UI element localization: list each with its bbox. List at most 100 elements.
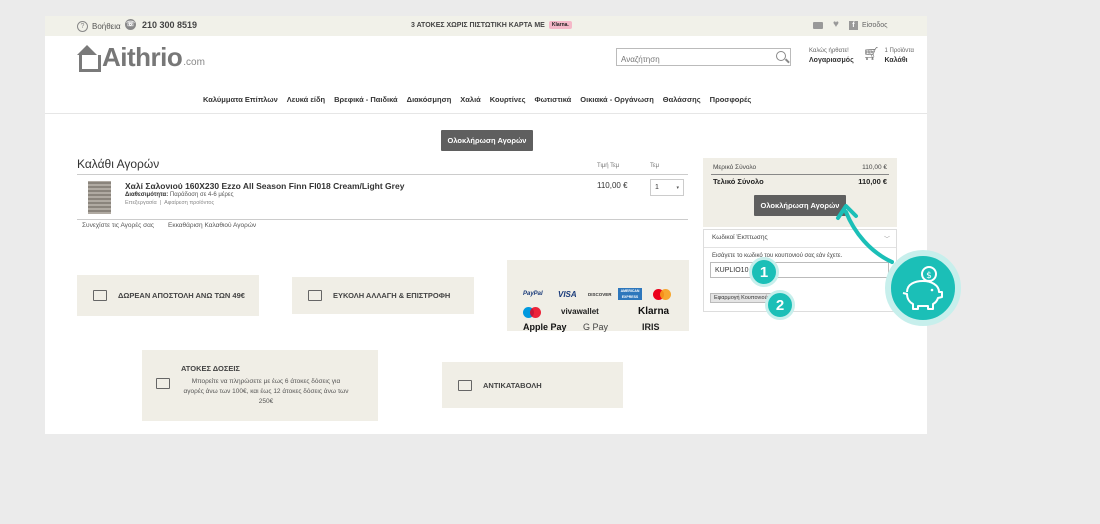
logo-text: Aithrio xyxy=(102,42,183,72)
header-divider xyxy=(45,113,927,114)
discover-logo: DISCOVER xyxy=(588,292,612,297)
account-link[interactable]: Καλώς ήρθατε! Λογαριασμός xyxy=(809,47,854,65)
quantity-value: 1 xyxy=(655,184,659,191)
coupon-header[interactable]: Κωδικοί Έκπτωσης xyxy=(712,234,768,241)
product-thumbnail[interactable] xyxy=(88,181,111,214)
maestro-logo xyxy=(523,307,541,318)
nav-item[interactable]: Βρεφικά - Παιδικά xyxy=(334,95,398,104)
continue-shopping-link[interactable]: Συνεχίστε τις Αγορές σας xyxy=(82,222,154,229)
nav-item[interactable]: Θαλάσσης xyxy=(663,95,701,104)
action-separator: | xyxy=(159,200,162,206)
product-availability: Διαθεσιμότητα: Παράδοση σε 4-6 μέρες xyxy=(125,192,233,198)
coupon-hint: Εισάγετε το κωδικό του κουπονιού σας εάν… xyxy=(712,253,843,259)
logo-suffix: .com xyxy=(183,57,205,68)
subtotal-label: Μερικό Σύνολο xyxy=(713,164,757,171)
easy-returns-box: ΕΥΚΟΛΗ ΑΛΛΑΓΗ & ΕΠΙΣΤΡΟΦΗ xyxy=(292,277,474,314)
svg-text:$: $ xyxy=(926,271,932,281)
payment-methods: PayPal VISA DISCOVER AMERICAN EXPRESS vi… xyxy=(507,260,689,332)
nav-item[interactable]: Διακόσμηση xyxy=(407,95,452,104)
installments-description: Μπορείτε να πληρώσετε με έως 6 άτοκες δό… xyxy=(183,378,349,405)
availability-value: Παράδοση σε 4-6 μέρες xyxy=(169,192,234,198)
facebook-icon: f xyxy=(848,20,858,30)
nav-item[interactable]: Λευκά είδη xyxy=(287,95,325,104)
subtotal-value: 110,00 € xyxy=(862,164,887,171)
nav-item[interactable]: Οικιακά - Οργάνωση xyxy=(580,95,653,104)
search-input[interactable] xyxy=(617,51,767,68)
checkout-button-top[interactable]: Ολοκλήρωση Αγορών xyxy=(441,130,533,151)
apply-coupon-button[interactable]: Εφαρμογή Κουπονιού xyxy=(710,293,772,303)
nav-item[interactable]: Κουρτίνες xyxy=(490,95,526,104)
iris-logo: IRIS xyxy=(642,322,660,332)
klarna-badge: Klarna. xyxy=(548,21,572,29)
cart-divider-bottom xyxy=(77,219,688,220)
apple-pay-logo: Apple Pay xyxy=(523,322,567,332)
klarna-logo: Klarna xyxy=(638,306,670,317)
total-row: Τελικό Σύνολο 110,00 € xyxy=(713,177,887,186)
free-shipping-box: ΔΩΡΕΑΝ ΑΠΟΣΤΟΛΗ ΑΝΩ ΤΩΝ 49€ xyxy=(77,275,259,316)
cash-on-delivery-box: ΑΝΤΙΚΑΤΑΒΟΛΗ xyxy=(442,362,623,408)
login-label: Είσοδος xyxy=(861,21,888,29)
cart-divider-top xyxy=(77,174,688,175)
remove-item-link[interactable]: Αφαίρεση προϊόντος xyxy=(164,200,214,206)
installments-box: ΑΤΟΚΕΣ ΔΟΣΕΙΣ Μπορείτε να πληρώσετε με έ… xyxy=(142,350,378,421)
phone-link[interactable]: ☏ 210 300 8519 xyxy=(125,19,197,30)
main-navigation: Καλύμματα Επίπλων Λευκά είδη Βρεφικά - Παι… xyxy=(203,95,751,104)
summary-divider xyxy=(711,174,889,175)
login-link[interactable]: f Είσοδος xyxy=(848,20,888,30)
step-1-badge: 1 xyxy=(749,257,779,287)
free-shipping-text: ΔΩΡΕΑΝ ΑΠΟΣΤΟΛΗ ΑΝΩ ΤΩΝ 49€ xyxy=(118,291,245,300)
promo-text: 3 ΑΤΟΚΕΣ ΧΩΡΙΣ ΠΙΣΤΩΤΙΚΗ ΚΑΡΤΑ ΜΕ xyxy=(411,21,545,29)
help-link[interactable]: ? Βοήθεια xyxy=(77,21,121,32)
nav-item[interactable]: Φωτιστικά xyxy=(534,95,571,104)
nav-item[interactable]: Χαλιά xyxy=(460,95,480,104)
mail-icon[interactable] xyxy=(813,21,823,29)
chevron-down-icon: ▾ xyxy=(676,185,679,191)
nav-item[interactable]: Προσφορές xyxy=(710,95,752,104)
paypal-logo: PayPal xyxy=(523,291,543,297)
total-label: Τελικό Σύνολο xyxy=(713,177,764,186)
visa-logo: VISA xyxy=(558,290,577,299)
shopping-cart-icon: 🛒︎ xyxy=(863,46,880,61)
header-cart-link[interactable]: 🛒︎ 1 Προϊόντα Καλάθι xyxy=(863,47,914,65)
cart-count: 1 Προϊόντα xyxy=(884,48,915,54)
amex-logo: AMERICAN EXPRESS xyxy=(618,288,642,300)
step-2-badge: 2 xyxy=(765,290,795,320)
wallet-icon xyxy=(156,378,170,389)
product-actions: Επεξεργασία | Αφαίρεση προϊόντος xyxy=(125,200,214,206)
cash-hand-icon xyxy=(458,379,472,391)
piggy-bank-icon: $ xyxy=(885,250,961,326)
mastercard-logo xyxy=(653,289,671,301)
installments-title: ΑΤΟΚΕΣ ΔΟΣΕΙΣ xyxy=(181,364,240,373)
wishlist-heart-icon[interactable]: ♥ xyxy=(833,20,839,30)
account-greeting: Καλώς ήρθατε! xyxy=(809,48,849,54)
top-bar: ? Βοήθεια ☏ 210 300 8519 3 ΑΤΟΚΕΣ ΧΩΡΙΣ … xyxy=(45,16,927,36)
edit-item-link[interactable]: Επεξεργασία xyxy=(125,200,157,206)
cart-title: Καλάθι Αγορών xyxy=(77,157,160,171)
quantity-select[interactable]: 1 ▾ xyxy=(650,179,684,196)
house-logo-icon xyxy=(75,44,101,72)
subtotal-row: Μερικό Σύνολο 110,00 € xyxy=(713,164,887,171)
availability-label: Διαθεσιμότητα: xyxy=(125,192,169,198)
delivery-truck-icon xyxy=(93,290,107,301)
phone-number: 210 300 8519 xyxy=(142,19,198,30)
nav-item[interactable]: Καλύμματα Επίπλων xyxy=(203,95,278,104)
help-icon: ? xyxy=(77,21,88,32)
help-label: Βοήθεια xyxy=(92,22,121,31)
product-name[interactable]: Χαλί Σαλονιού 160X230 Ezzo All Season Fi… xyxy=(125,181,404,191)
site-logo[interactable]: Aithrio .com xyxy=(75,42,205,73)
product-price: 110,00 € xyxy=(597,181,628,190)
return-box-icon xyxy=(308,290,322,301)
column-header-qty: Τεμ xyxy=(650,163,660,169)
top-right-links: ♥ f Είσοδος xyxy=(813,20,888,30)
cash-on-delivery-text: ΑΝΤΙΚΑΤΑΒΟΛΗ xyxy=(483,380,542,390)
search-icon[interactable] xyxy=(776,51,786,61)
vivawallet-logo: vivawallet xyxy=(561,307,599,316)
account-label: Λογαριασμός xyxy=(809,57,854,64)
cart-label: Καλάθι xyxy=(884,57,908,64)
easy-returns-text: ΕΥΚΟΛΗ ΑΛΛΑΓΗ & ΕΠΙΣΤΡΟΦΗ xyxy=(333,291,451,300)
page: ? Βοήθεια ☏ 210 300 8519 3 ΑΤΟΚΕΣ ΧΩΡΙΣ … xyxy=(45,16,927,434)
google-pay-logo: G Pay xyxy=(583,322,609,332)
search-box xyxy=(616,48,791,68)
cart-links: Συνεχίστε τις Αγορές σας Εκκαθάριση Καλα… xyxy=(82,222,256,229)
clear-cart-link[interactable]: Εκκαθάριση Καλαθιού Αγορών xyxy=(168,222,256,229)
